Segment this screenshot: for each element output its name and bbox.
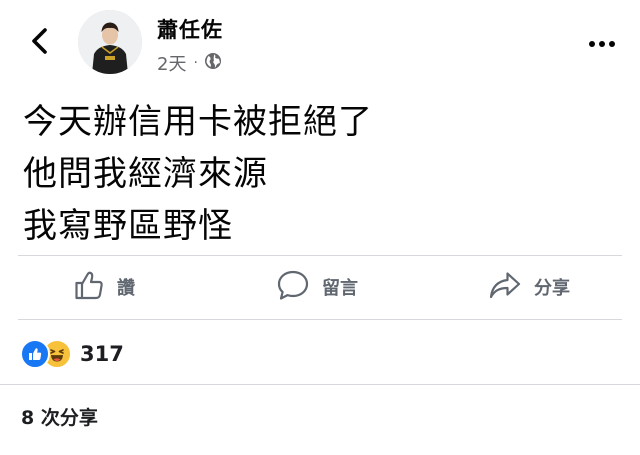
post-text: 今天辦信用卡被拒絕了 他問我經濟來源 我寫野區野怪 (23, 96, 623, 252)
share-button[interactable]: 分享 (488, 256, 570, 318)
divider (0, 384, 640, 385)
post-time[interactable]: 2天 (157, 50, 186, 76)
reaction-count: 317 (80, 342, 124, 366)
divider (18, 319, 622, 320)
comment-label: 留言 (322, 278, 358, 299)
globe-icon[interactable] (204, 52, 222, 75)
back-button[interactable] (24, 26, 54, 60)
meta-separator: · (193, 55, 198, 71)
comment-bubble-icon (276, 269, 322, 306)
post-line: 他問我經濟來源 (23, 154, 268, 194)
more-horizontal-icon (588, 33, 616, 52)
action-bar: 讚 留言 分享 (18, 256, 622, 318)
post-line: 我寫野區野怪 (23, 206, 233, 246)
avatar[interactable] (78, 10, 142, 74)
like-label: 讚 (117, 278, 135, 299)
thumbs-up-icon (73, 269, 117, 306)
chevron-left-icon (30, 27, 48, 59)
share-arrow-icon (488, 269, 534, 306)
comment-button[interactable]: 留言 (276, 256, 358, 318)
post-line: 今天辦信用卡被拒絕了 (23, 102, 373, 142)
like-reaction-icon (20, 339, 50, 369)
share-count[interactable]: 8 次分享 (21, 403, 98, 430)
share-label: 分享 (534, 278, 570, 299)
post-meta: 2天 · (157, 51, 222, 75)
like-button[interactable]: 讚 (73, 256, 135, 318)
reactions-summary[interactable]: 317 (20, 339, 124, 369)
more-options-button[interactable] (582, 30, 622, 54)
author-name[interactable]: 蕭任佐 (157, 16, 223, 44)
